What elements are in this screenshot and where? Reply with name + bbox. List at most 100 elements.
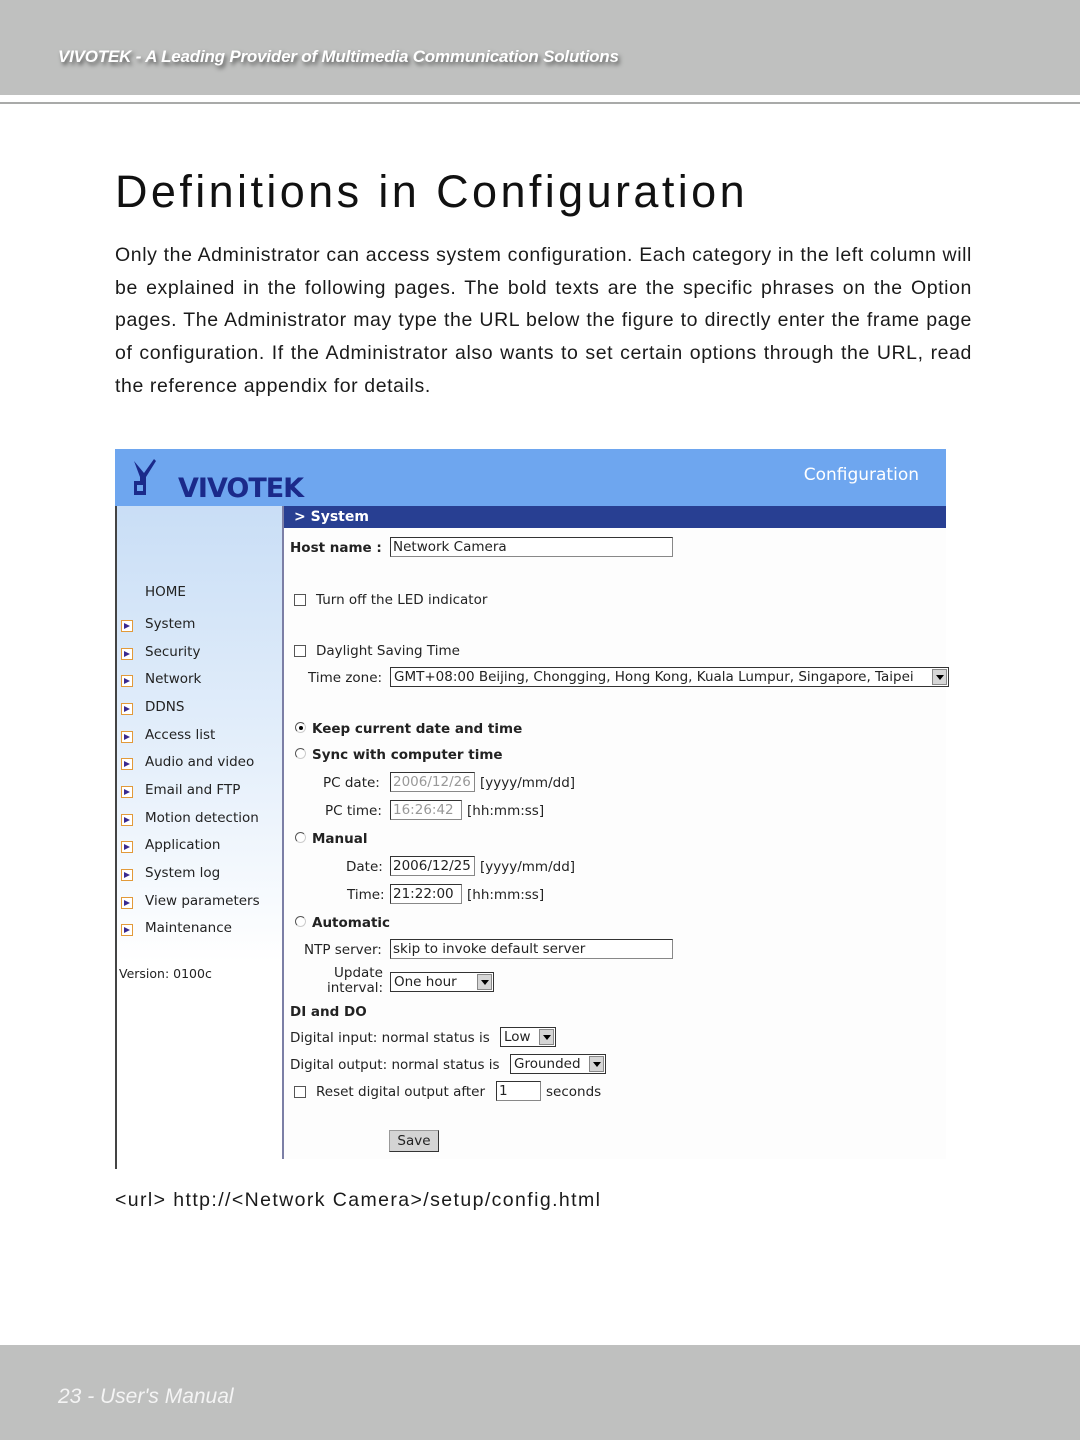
configuration-screenshot: VIVOTEK Configuration HOME System Securi… — [115, 449, 949, 1169]
sidebar-item-maintenance[interactable]: Maintenance — [121, 915, 260, 943]
pc-time-label: PC time: — [325, 803, 382, 819]
sidebar-item-label: Application — [145, 837, 221, 854]
host-name-input[interactable]: Network Camera — [390, 537, 673, 557]
sidebar-item-application[interactable]: Application — [121, 832, 260, 860]
figure-header: VIVOTEK Configuration — [115, 449, 946, 506]
led-checkbox[interactable] — [294, 594, 306, 606]
sync-time-label: Sync with computer time — [312, 747, 503, 763]
chevron-down-icon[interactable] — [477, 974, 492, 990]
reset-seconds-input[interactable]: 1 — [496, 1081, 541, 1101]
automatic-radio[interactable] — [295, 916, 306, 927]
arrow-right-icon — [121, 675, 133, 688]
camera-logo-icon — [134, 459, 156, 495]
sidebar-item-label: System — [145, 615, 196, 632]
chevron-down-icon[interactable] — [589, 1056, 604, 1072]
logo-text: VIVOTEK — [178, 473, 304, 504]
timezone-label: Time zone: — [308, 670, 383, 686]
sidebar-item-label: Email and FTP — [145, 781, 241, 798]
sidebar-item-view-parameters[interactable]: View parameters — [121, 887, 260, 915]
sidebar-item-home[interactable]: HOME — [145, 584, 186, 600]
sidebar-item-label: Maintenance — [145, 920, 232, 937]
sidebar-item-system-log[interactable]: System log — [121, 859, 260, 887]
header-tagline: VIVOTEK - A Leading Provider of Multimed… — [58, 47, 619, 66]
chevron-down-icon[interactable] — [932, 669, 947, 685]
sync-time-radio[interactable] — [295, 748, 306, 759]
digital-output-value: Grounded — [514, 1056, 581, 1072]
config-url: <url> http://<Network Camera>/setup/conf… — [115, 1189, 602, 1211]
sidebar-item-motion-detection[interactable]: Motion detection — [121, 804, 260, 832]
ntp-server-input[interactable]: skip to invoke default server — [390, 939, 673, 959]
configuration-title: Configuration — [803, 465, 919, 485]
arrow-right-icon — [121, 896, 133, 909]
intro-paragraph: Only the Administrator can access system… — [115, 244, 972, 397]
pc-date-input: 2006/12/26 — [390, 772, 475, 792]
arrow-right-icon — [121, 619, 133, 632]
sidebar-item-label: Motion detection — [145, 809, 259, 826]
reset-output-checkbox[interactable] — [294, 1086, 306, 1098]
sidebar: HOME System Security Network DDNS Access… — [117, 506, 282, 1159]
arrow-right-icon — [121, 785, 133, 798]
digital-input-value: Low — [504, 1029, 531, 1045]
bottom-banner: 23 - User's Manual — [0, 1345, 1080, 1440]
pc-date-label: PC date: — [323, 775, 380, 791]
reset-seconds-unit: seconds — [546, 1084, 602, 1100]
sidebar-item-label: Access list — [145, 726, 216, 743]
update-interval-select[interactable]: One hour — [390, 972, 494, 992]
save-button[interactable]: Save — [389, 1130, 439, 1152]
section-title: > System — [284, 506, 946, 528]
sidebar-item-audio-video[interactable]: Audio and video — [121, 748, 260, 776]
sidebar-item-label: Network — [145, 671, 202, 688]
date-format: [yyyy/mm/dd] — [480, 859, 576, 875]
arrow-right-icon — [121, 647, 133, 660]
keep-time-label: Keep current date and time — [312, 721, 523, 737]
header-divider — [0, 102, 1080, 104]
system-form: > System Host name : Network Camera Turn… — [284, 506, 949, 1159]
timezone-select[interactable]: GMT+08:00 Beijing, Chongging, Hong Kong,… — [390, 667, 949, 687]
pc-time-input: 16:26:42 — [390, 800, 462, 820]
date-label: Date: — [346, 859, 383, 875]
ntp-server-label: NTP server: — [304, 942, 382, 958]
time-input[interactable]: 21:22:00 — [390, 884, 462, 904]
arrow-right-icon — [121, 841, 133, 854]
arrow-right-icon — [121, 813, 133, 826]
arrow-right-icon — [121, 924, 133, 937]
sidebar-item-ddns[interactable]: DDNS — [121, 693, 260, 721]
sidebar-item-network[interactable]: Network — [121, 665, 260, 693]
sidebar-item-access-list[interactable]: Access list — [121, 721, 260, 749]
led-label: Turn off the LED indicator — [316, 592, 488, 608]
update-interval-label-2: interval: — [327, 980, 384, 996]
arrow-right-icon — [121, 730, 133, 743]
daylight-saving-checkbox[interactable] — [294, 645, 306, 657]
sidebar-item-system[interactable]: System — [121, 610, 260, 638]
manual-label: Manual — [312, 831, 368, 847]
update-interval-value: One hour — [394, 974, 457, 990]
version-label: Version: 0100c — [119, 966, 212, 981]
sidebar-item-label: DDNS — [145, 698, 185, 715]
sidebar-item-security[interactable]: Security — [121, 638, 260, 666]
page-footer: 23 - User's Manual — [58, 1385, 234, 1408]
daylight-saving-label: Daylight Saving Time — [316, 643, 460, 659]
digital-output-select[interactable]: Grounded — [510, 1054, 606, 1074]
sidebar-item-email-ftp[interactable]: Email and FTP — [121, 776, 260, 804]
update-interval-label-1: Update — [334, 965, 383, 981]
time-format: [hh:mm:ss] — [467, 887, 545, 903]
keep-time-radio[interactable] — [295, 722, 306, 733]
date-input[interactable]: 2006/12/25 — [390, 856, 475, 876]
automatic-label: Automatic — [312, 915, 391, 931]
timezone-value: GMT+08:00 Beijing, Chongging, Hong Kong,… — [394, 669, 914, 685]
page-title: Definitions in Configuration — [115, 166, 749, 217]
digital-input-select[interactable]: Low — [500, 1027, 556, 1047]
time-label: Time: — [347, 887, 385, 903]
sidebar-item-label: Security — [145, 643, 201, 660]
top-banner: VIVOTEK - A Leading Provider of Multimed… — [0, 0, 1080, 95]
pc-time-format: [hh:mm:ss] — [467, 803, 545, 819]
vivotek-logo: VIVOTEK — [130, 457, 304, 504]
arrow-right-icon — [121, 869, 133, 882]
reset-output-label: Reset digital output after — [316, 1084, 486, 1100]
sidebar-item-label: Audio and video — [145, 754, 255, 771]
sidebar-menu: System Security Network DDNS Access list… — [121, 610, 260, 942]
manual-radio[interactable] — [295, 832, 306, 843]
host-name-label: Host name : — [290, 540, 382, 556]
chevron-down-icon[interactable] — [539, 1029, 554, 1045]
arrow-right-icon — [121, 702, 133, 715]
